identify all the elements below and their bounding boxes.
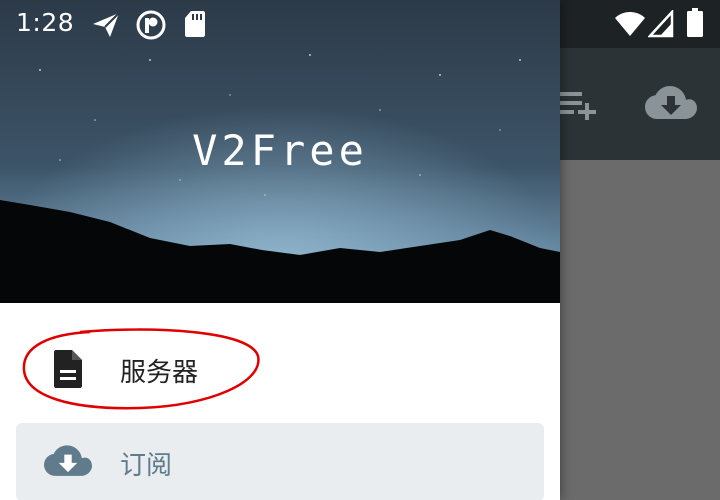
nav-item-servers[interactable]: 服务器 [16,330,544,408]
nav-item-subscription[interactable]: 订阅 [16,423,544,500]
navigation-drawer: V2Free 服务器 订阅 [0,0,560,500]
wifi-icon [615,12,645,36]
cellular-signal-icon [648,10,674,38]
add-list-icon[interactable] [558,90,598,120]
app-notification-icon [136,10,166,40]
send-icon [93,12,120,37]
drawer-header: V2Free [0,0,560,303]
status-time: 1:28 [16,8,75,37]
app-title: V2Free [192,126,368,175]
battery-icon [687,8,703,37]
nav-item-label: 订阅 [120,451,173,481]
cloud-download-icon[interactable] [645,84,697,124]
cloud-download-icon [44,445,92,476]
document-icon [54,350,82,388]
sd-card-icon [185,11,205,37]
nav-item-label: 服务器 [120,358,199,388]
